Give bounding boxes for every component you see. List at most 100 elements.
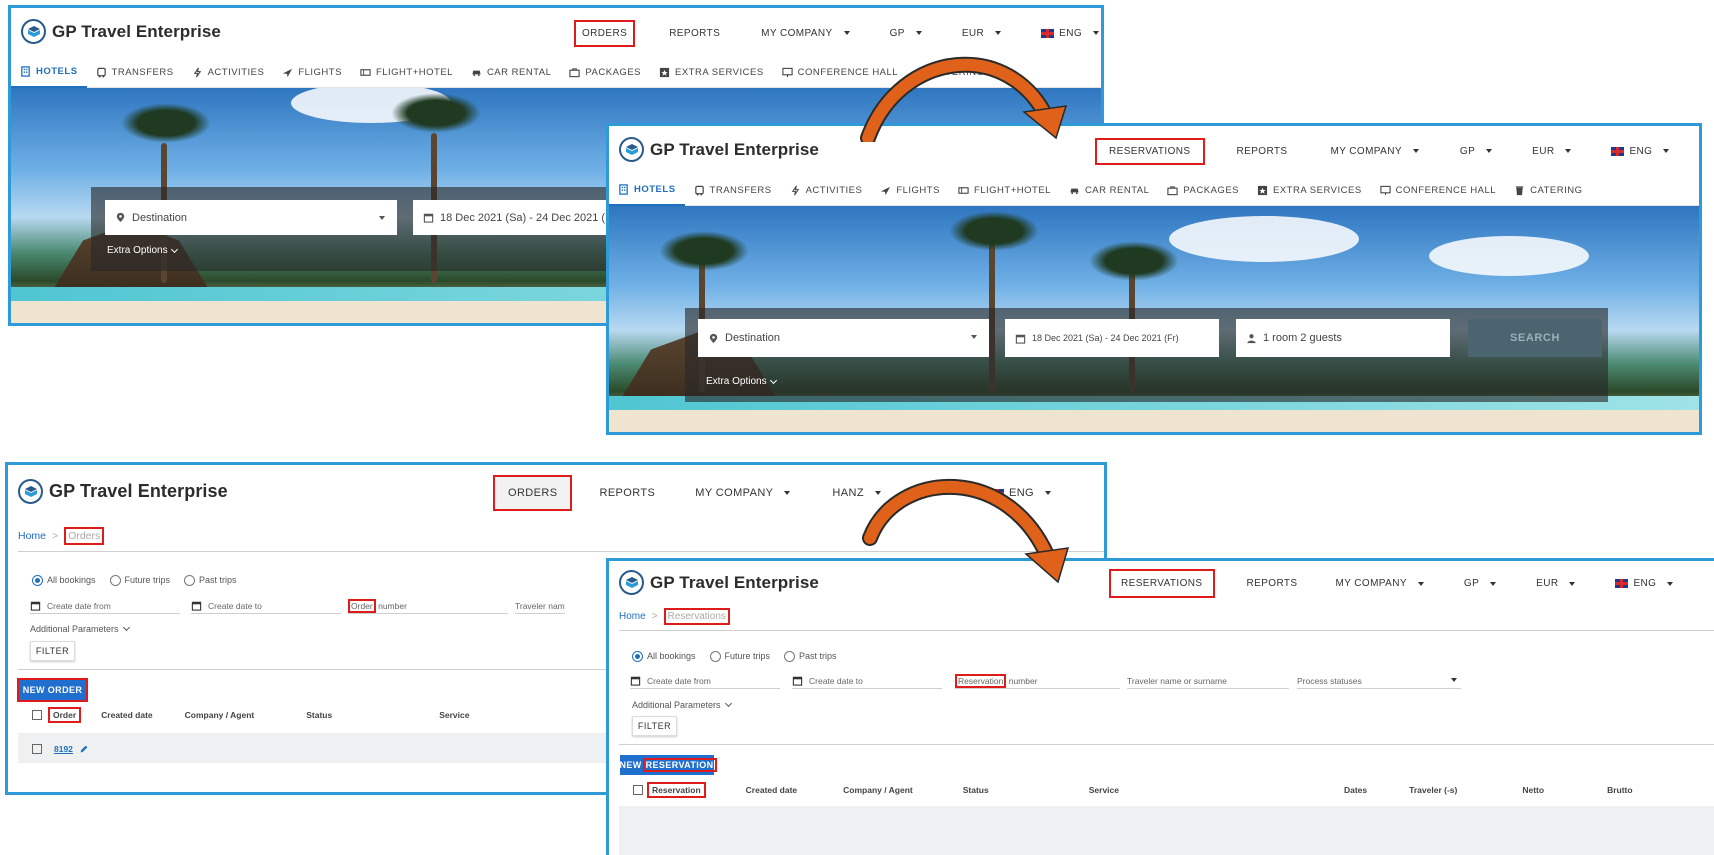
create-date-from-field[interactable]: Create date from bbox=[630, 673, 780, 689]
column-traveler[interactable]: Traveler (-s) bbox=[1409, 785, 1457, 795]
nav-currency[interactable]: EUR bbox=[1532, 146, 1572, 157]
additional-parameters-toggle[interactable]: Additional Parameters bbox=[632, 699, 732, 710]
radio-past-trips[interactable]: Past trips bbox=[784, 651, 837, 663]
date-range-field[interactable]: 18 Dec 2021 (Sa) - 24 Dec 2021 (Fr) bbox=[413, 200, 623, 235]
destination-field[interactable]: Destination bbox=[698, 319, 989, 357]
radio-future-trips[interactable]: Future trips bbox=[709, 651, 770, 663]
column-dates[interactable]: Dates bbox=[1344, 785, 1367, 795]
column-service[interactable]: Service bbox=[1089, 785, 1119, 795]
destination-field[interactable]: Destination bbox=[105, 200, 397, 235]
create-date-to-field[interactable]: Create date to bbox=[191, 598, 341, 614]
create-date-from-placeholder: Create date from bbox=[47, 600, 111, 611]
nav-currency[interactable]: EUR bbox=[1536, 578, 1576, 589]
nav-my-company[interactable]: MY COMPANY bbox=[1335, 578, 1424, 589]
row-checkbox[interactable] bbox=[32, 744, 42, 754]
tab-car-rental[interactable]: CAR RENTAL bbox=[462, 58, 560, 88]
nav-orders[interactable]: ORDERS bbox=[493, 475, 573, 511]
nav-currency[interactable]: EUR bbox=[962, 28, 1002, 39]
breadcrumb-home[interactable]: Home bbox=[619, 611, 646, 622]
nav-reports[interactable]: REPORTS bbox=[669, 28, 720, 39]
column-created-date[interactable]: Created date bbox=[746, 785, 798, 795]
nav-my-company[interactable]: MY COMPANY bbox=[695, 487, 791, 499]
app-logo[interactable]: GP Travel Enterprise bbox=[619, 570, 819, 595]
star-icon bbox=[1257, 185, 1268, 196]
edit-pencil-icon[interactable] bbox=[79, 744, 89, 754]
nav-reports[interactable]: REPORTS bbox=[1237, 146, 1288, 157]
nav-language[interactable]: ENG bbox=[1611, 146, 1670, 157]
arrow-body bbox=[864, 481, 1056, 568]
column-company-agent[interactable]: Company / Agent bbox=[185, 710, 255, 720]
new-reservation-button[interactable]: NEW RESERVATION bbox=[619, 755, 717, 775]
nav-user[interactable]: GP bbox=[890, 28, 922, 39]
column-brutto[interactable]: Brutto bbox=[1607, 785, 1633, 795]
tab-transfers[interactable]: TRANSFERS bbox=[87, 58, 183, 88]
tab-transfers[interactable]: TRANSFERS bbox=[685, 176, 781, 206]
tab-flights[interactable]: FLIGHTS bbox=[871, 176, 949, 206]
nav-reservations[interactable]: RESERVATIONS bbox=[1095, 137, 1205, 165]
additional-parameters-toggle[interactable]: Additional Parameters bbox=[30, 623, 130, 634]
tab-car-rental[interactable]: CAR RENTAL bbox=[1060, 176, 1158, 206]
date-range-field[interactable]: 18 Dec 2021 (Sa) - 24 Dec 2021 (Fr) bbox=[1005, 319, 1219, 357]
nav-user[interactable]: GP bbox=[1464, 578, 1497, 589]
column-company-agent[interactable]: Company / Agent bbox=[843, 785, 913, 795]
nav-user[interactable]: GP bbox=[1460, 146, 1493, 157]
nav-reports[interactable]: REPORTS bbox=[1247, 578, 1298, 589]
tab-activities[interactable]: ACTIVITIES bbox=[781, 176, 872, 206]
select-all-checkbox[interactable] bbox=[633, 785, 643, 795]
nav-language[interactable]: ENG bbox=[1041, 28, 1100, 39]
filter-button[interactable]: FILTER bbox=[30, 641, 75, 661]
radio-past-trips[interactable]: Past trips bbox=[184, 575, 237, 587]
tab-flight-hotel[interactable]: FLIGHT+HOTEL bbox=[949, 176, 1060, 206]
nav-my-company[interactable]: MY COMPANY bbox=[761, 28, 850, 39]
column-reservation[interactable]: Reservation bbox=[647, 782, 706, 798]
nav-reports[interactable]: REPORTS bbox=[599, 487, 655, 499]
create-date-from-field[interactable]: Create date from bbox=[30, 598, 180, 614]
nav-orders[interactable]: ORDERS bbox=[574, 19, 636, 47]
order-number-link[interactable]: 8192 bbox=[54, 744, 73, 754]
tab-packages[interactable]: PACKAGES bbox=[1158, 176, 1248, 206]
tab-hotels[interactable]: HOTELS bbox=[11, 58, 87, 88]
filter-button[interactable]: FILTER bbox=[632, 716, 677, 736]
traveler-name-field[interactable]: Traveler name or surname bbox=[1127, 673, 1289, 689]
extra-options-toggle[interactable]: Extra Options bbox=[706, 376, 777, 387]
column-netto[interactable]: Netto bbox=[1522, 785, 1544, 795]
tab-extra-services[interactable]: EXTRA SERVICES bbox=[1248, 176, 1371, 206]
column-order[interactable]: Order bbox=[48, 707, 82, 723]
guests-field[interactable]: 1 room 2 guests bbox=[1236, 319, 1450, 357]
nav-language[interactable]: ENG bbox=[1615, 578, 1674, 589]
create-date-to-field[interactable]: Create date to bbox=[792, 673, 942, 689]
nav-reservations[interactable]: RESERVATIONS bbox=[1109, 569, 1215, 598]
radio-label: Past trips bbox=[799, 651, 837, 661]
tab-activities[interactable]: ACTIVITIES bbox=[183, 58, 274, 88]
tab-packages[interactable]: PACKAGES bbox=[560, 58, 650, 88]
extra-options-toggle[interactable]: Extra Options bbox=[107, 245, 178, 256]
search-button[interactable]: SEARCH bbox=[1468, 319, 1602, 357]
nav-my-company[interactable]: MY COMPANY bbox=[1330, 146, 1419, 157]
app-logo[interactable]: GP Travel Enterprise bbox=[619, 137, 819, 162]
table-row[interactable] bbox=[619, 806, 1714, 855]
radio-all-bookings[interactable]: All bookings bbox=[32, 575, 96, 587]
tab-conference-hall[interactable]: CONFERENCE HALL bbox=[1371, 176, 1505, 206]
app-logo[interactable]: GP Travel Enterprise bbox=[18, 479, 228, 504]
tab-flight-hotel[interactable]: FLIGHT+HOTEL bbox=[351, 58, 462, 88]
tab-hotels[interactable]: HOTELS bbox=[609, 176, 685, 206]
column-service[interactable]: Service bbox=[439, 710, 469, 720]
tab-extra-services[interactable]: EXTRA SERVICES bbox=[650, 58, 773, 88]
tab-flights[interactable]: FLIGHTS bbox=[273, 58, 351, 88]
new-order-button[interactable]: NEW ORDER bbox=[17, 678, 88, 702]
column-status[interactable]: Status bbox=[963, 785, 989, 795]
column-status[interactable]: Status bbox=[306, 710, 332, 720]
traveler-name-field[interactable]: Traveler nam bbox=[515, 598, 565, 614]
app-logo[interactable]: GP Travel Enterprise bbox=[21, 19, 221, 44]
radio-all-bookings[interactable]: All bookings bbox=[632, 651, 696, 663]
car-icon bbox=[1070, 188, 1079, 195]
tab-catering[interactable]: CATERING bbox=[1505, 176, 1591, 206]
reservation-number-field[interactable]: Reservation number bbox=[955, 673, 1120, 689]
column-created-date[interactable]: Created date bbox=[101, 710, 153, 720]
order-number-field[interactable]: Order number bbox=[348, 598, 508, 614]
radio-future-trips[interactable]: Future trips bbox=[109, 575, 170, 587]
process-statuses-select[interactable]: Process statuses bbox=[1297, 673, 1461, 689]
breadcrumb-home[interactable]: Home bbox=[18, 530, 46, 542]
select-all-checkbox[interactable] bbox=[32, 710, 42, 720]
chevron-down-icon bbox=[769, 376, 777, 384]
